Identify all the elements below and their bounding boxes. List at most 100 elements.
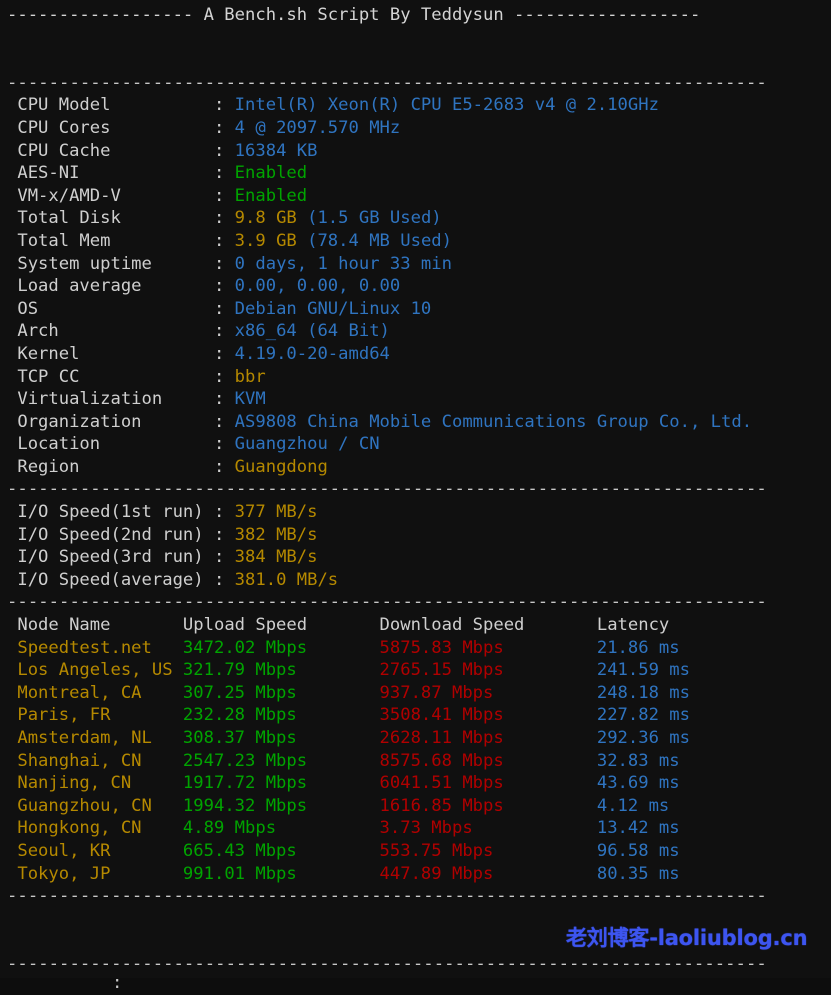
speedtest-upload: 1994.32 Mbps xyxy=(183,796,380,816)
io-speed-label: I/O Speed(1st run) xyxy=(7,502,214,522)
system-info-colon: : xyxy=(214,434,235,454)
speedtest-upload: 307.25 Mbps xyxy=(183,683,380,703)
system-info-colon: : xyxy=(214,412,235,432)
speedtest-latency: 21.86 ms xyxy=(597,638,680,658)
io-speed-block: I/O Speed(1st run) : 377 MB/s I/O Speed(… xyxy=(0,501,831,591)
speedtest-latency: 80.35 ms xyxy=(597,864,680,884)
system-info-value: Guangdong xyxy=(235,457,328,477)
col-header-node: Node Name xyxy=(7,615,183,635)
system-info-label: TCP CC xyxy=(7,367,214,387)
speedtest-header-row: Node Name Upload Speed Download Speed La… xyxy=(0,614,831,637)
speedtest-row: Montreal, CA 307.25 Mbps 937.87 Mbps 248… xyxy=(0,682,831,705)
io-speed-value: 381.0 MB/s xyxy=(235,570,338,590)
speedtest-download: 6041.51 Mbps xyxy=(380,773,597,793)
speedtest-row: Guangzhou, CN 1994.32 Mbps 1616.85 Mbps … xyxy=(0,795,831,818)
system-info-colon: : xyxy=(214,344,235,364)
row-version: Version : v2022-06-01 xyxy=(0,27,831,50)
io-speed-colon: : xyxy=(214,525,235,545)
speedtest-download: 937.87 Mbps xyxy=(380,683,597,703)
system-info-value: Enabled xyxy=(235,163,307,183)
system-info-block: CPU Model : Intel(R) Xeon(R) CPU E5-2683… xyxy=(0,94,831,478)
system-info-value: x86_64 (64 Bit) xyxy=(235,321,390,341)
system-info-label: Total Mem xyxy=(7,231,214,251)
speedtest-latency: 32.83 ms xyxy=(597,751,680,771)
speedtest-download: 5875.83 Mbps xyxy=(380,638,597,658)
io-speed-colon: : xyxy=(214,547,235,567)
system-info-colon: : xyxy=(214,457,235,477)
system-info-label: Load average xyxy=(7,276,214,296)
io-speed-row: I/O Speed(2nd run) : 382 MB/s xyxy=(0,524,831,547)
divider-4: ----------------------------------------… xyxy=(0,885,831,908)
speedtest-node: Amsterdam, NL xyxy=(7,728,183,748)
speedtest-download: 1616.85 Mbps xyxy=(380,796,597,816)
system-info-colon: : xyxy=(214,95,235,115)
system-info-value: Debian GNU/Linux 10 xyxy=(235,299,432,319)
system-info-label: CPU Cores xyxy=(7,118,214,138)
system-info-label: AES-NI xyxy=(7,163,214,183)
system-info-value: 4.19.0-20-amd64 xyxy=(235,344,390,364)
system-info-value: Enabled xyxy=(235,186,307,206)
speedtest-latency: 43.69 ms xyxy=(597,773,680,793)
system-info-value: Guangzhou / CN xyxy=(235,434,380,454)
speedtest-row: Seoul, KR 665.43 Mbps 553.75 Mbps 96.58 … xyxy=(0,840,831,863)
banner-title: ------------------ A Bench.sh Script By … xyxy=(0,4,831,27)
speedtest-row: Amsterdam, NL 308.37 Mbps 2628.11 Mbps 2… xyxy=(0,727,831,750)
row-usage: Usage : wget -qO- bench.sh | bash xyxy=(0,49,831,72)
speedtest-upload: 4.89 Mbps xyxy=(183,818,380,838)
io-speed-colon: : xyxy=(214,502,235,522)
system-info-colon: : xyxy=(214,186,235,206)
system-info-row: Organization : AS9808 China Mobile Commu… xyxy=(0,411,831,434)
system-info-value: KVM xyxy=(235,389,266,409)
speedtest-node: Hongkong, CN xyxy=(7,818,183,838)
speedtest-node: Speedtest.net xyxy=(7,638,183,658)
system-info-colon: : xyxy=(214,141,235,161)
system-info-row: Region : Guangdong xyxy=(0,456,831,479)
system-info-row: System uptime : 0 days, 1 hour 33 min xyxy=(0,253,831,276)
speedtest-upload: 321.79 Mbps xyxy=(183,660,380,680)
speedtest-node: Montreal, CA xyxy=(7,683,183,703)
system-info-value: 9.8 GB xyxy=(235,208,297,228)
system-info-label: OS xyxy=(7,299,214,319)
system-info-value: 3.9 GB xyxy=(235,231,297,251)
speedtest-node: Paris, FR xyxy=(7,705,183,725)
io-speed-row: I/O Speed(1st run) : 377 MB/s xyxy=(0,501,831,524)
system-info-colon: : xyxy=(214,208,235,228)
speedtest-download: 553.75 Mbps xyxy=(380,841,597,861)
system-info-colon: : xyxy=(214,367,235,387)
system-info-value: 4 @ 2097.570 MHz xyxy=(235,118,401,138)
speedtest-node: Los Angeles, US xyxy=(7,660,183,680)
divider-5: ----------------------------------------… xyxy=(0,953,831,976)
system-info-row: Load average : 0.00, 0.00, 0.00 xyxy=(0,275,831,298)
system-info-colon: : xyxy=(214,276,235,296)
cursor-tail: : xyxy=(112,972,122,995)
speedtest-upload: 1917.72 Mbps xyxy=(183,773,380,793)
speedtest-upload: 991.01 Mbps xyxy=(183,864,380,884)
system-info-colon: : xyxy=(214,163,235,183)
speedtest-latency: 227.82 ms xyxy=(597,705,690,725)
io-speed-colon: : xyxy=(214,570,235,590)
system-info-colon: : xyxy=(214,321,235,341)
speedtest-upload: 2547.23 Mbps xyxy=(183,751,380,771)
io-speed-label: I/O Speed(3rd run) xyxy=(7,547,214,567)
speedtest-upload: 665.43 Mbps xyxy=(183,841,380,861)
system-info-label: Region xyxy=(7,457,214,477)
divider-2: ----------------------------------------… xyxy=(0,478,831,501)
divider-1: ----------------------------------------… xyxy=(0,72,831,95)
speedtest-node: Shanghai, CN xyxy=(7,751,183,771)
system-info-row: Kernel : 4.19.0-20-amd64 xyxy=(0,343,831,366)
io-speed-value: 382 MB/s xyxy=(235,525,318,545)
system-info-row: Total Disk : 9.8 GB (1.5 GB Used) xyxy=(0,207,831,230)
speedtest-node: Guangzhou, CN xyxy=(7,796,183,816)
system-info-row: VM-x/AMD-V : Enabled xyxy=(0,185,831,208)
speedtest-row: Paris, FR 232.28 Mbps 3508.41 Mbps 227.8… xyxy=(0,704,831,727)
speedtest-latency: 13.42 ms xyxy=(597,818,680,838)
col-header-download: Download Speed xyxy=(380,615,597,635)
system-info-colon: : xyxy=(214,389,235,409)
system-info-value: AS9808 China Mobile Communications Group… xyxy=(235,412,752,432)
system-info-value: Intel(R) Xeon(R) CPU E5-2683 v4 @ 2.10GH… xyxy=(235,95,659,115)
speedtest-row: Hongkong, CN 4.89 Mbps 3.73 Mbps 13.42 m… xyxy=(0,817,831,840)
io-speed-value: 384 MB/s xyxy=(235,547,318,567)
col-header-latency: Latency xyxy=(597,615,669,635)
speedtest-download: 2765.15 Mbps xyxy=(380,660,597,680)
speedtest-download: 8575.68 Mbps xyxy=(380,751,597,771)
